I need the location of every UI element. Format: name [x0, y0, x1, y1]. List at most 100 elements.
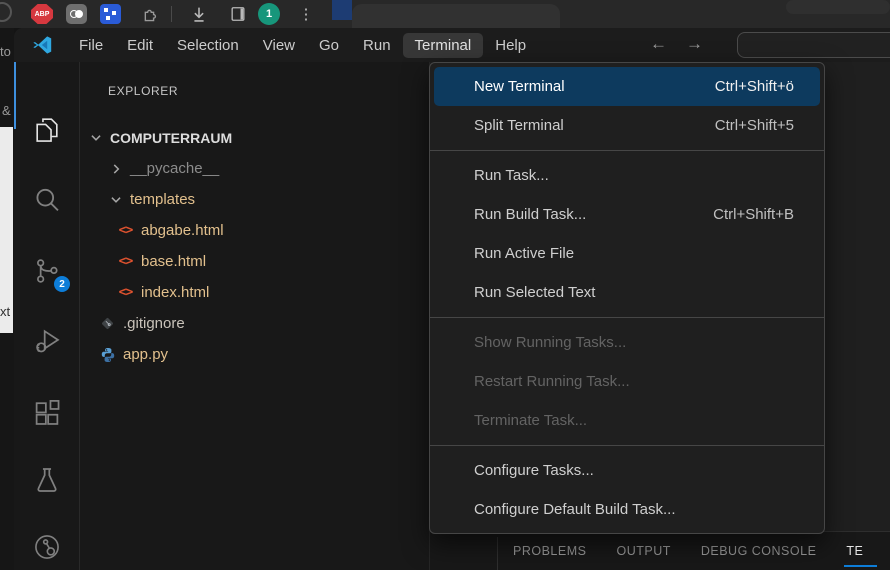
menu-go[interactable]: Go [307, 33, 351, 58]
reading-view-icon[interactable] [228, 4, 248, 24]
tree-item-index-html[interactable]: <> index.html [80, 277, 429, 308]
menu-item-restart-running-task: Restart Running Task... [434, 362, 820, 401]
menu-item-label: Run Active File [474, 245, 794, 262]
menu-item-label: Run Selected Text [474, 284, 794, 301]
active-view-indicator [14, 62, 16, 129]
file-label: .gitignore [123, 315, 185, 332]
menu-terminal[interactable]: Terminal [403, 33, 484, 58]
chevron-down-icon [89, 131, 103, 145]
background-text-fragment: to [0, 44, 11, 59]
search-icon[interactable] [32, 185, 62, 215]
menu-file[interactable]: File [67, 33, 115, 58]
root-folder-label: COMPUTERRAUM [110, 130, 232, 146]
chevron-right-icon [109, 162, 123, 176]
file-label: abgabe.html [141, 222, 224, 239]
menu-separator [430, 317, 824, 318]
menu-item-label: Split Terminal [474, 117, 715, 134]
menu-separator [430, 445, 824, 446]
tree-item-abgabe-html[interactable]: <> abgabe.html [80, 215, 429, 246]
source-control-badge: 2 [54, 276, 70, 292]
vscode-window: File Edit Selection View Go Run Terminal… [14, 28, 890, 570]
explorer-header: EXPLORER [108, 84, 429, 98]
background-white-strip: xt [0, 127, 13, 333]
testing-flask-icon[interactable] [32, 465, 62, 495]
command-center-search-input[interactable] [737, 32, 890, 58]
tab-output[interactable]: OUTPUT [616, 532, 670, 570]
menu-item-label: Terminate Task... [474, 412, 794, 429]
html-file-icon: <> [117, 285, 134, 300]
background-text-fragment: & [2, 103, 11, 118]
file-label: app.py [123, 346, 168, 363]
tree-item-templates[interactable]: templates [80, 184, 429, 215]
back-arrow-icon[interactable]: ← [650, 34, 667, 54]
menu-item-run-selected-text[interactable]: Run Selected Text [434, 273, 820, 312]
menu-item-shortcut: Ctrl+Shift+5 [715, 117, 794, 134]
blue-extension-icon[interactable] [100, 4, 121, 24]
browser-menu-kebab-icon[interactable]: ⋮ [298, 2, 314, 26]
tree-item-gitignore[interactable]: .gitignore [80, 308, 429, 339]
file-tree: COMPUTERRAUM __pycache__ templates <> ab… [80, 122, 429, 370]
toolbar-divider [171, 6, 172, 22]
explorer-sidebar: EXPLORER COMPUTERRAUM __pycache__ templa… [80, 62, 430, 570]
camera-extension-icon[interactable] [66, 4, 87, 24]
menu-item-new-terminal[interactable]: New Terminal Ctrl+Shift+ö [434, 67, 820, 106]
menu-item-show-running-tasks: Show Running Tasks... [434, 323, 820, 362]
puzzle-extensions-icon[interactable] [138, 4, 160, 26]
python-file-icon [99, 347, 116, 363]
git-file-icon [99, 316, 116, 331]
menu-item-label: Run Task... [474, 167, 794, 184]
panel-divider [497, 537, 498, 570]
menu-item-run-active-file[interactable]: Run Active File [434, 234, 820, 273]
vscode-logo-icon [31, 34, 53, 56]
menu-help[interactable]: Help [483, 33, 538, 58]
tree-item-app-py[interactable]: app.py [80, 339, 429, 370]
session-counter-icon[interactable]: 1 [258, 3, 280, 25]
background-text-fragment: xt [0, 304, 10, 319]
menu-item-label: Configure Default Build Task... [474, 501, 794, 518]
folder-label: templates [130, 191, 195, 208]
menu-separator [430, 150, 824, 151]
run-debug-icon[interactable] [32, 326, 62, 356]
menu-item-run-build-task[interactable]: Run Build Task... Ctrl+Shift+B [434, 195, 820, 234]
menu-selection[interactable]: Selection [165, 33, 251, 58]
extensions-icon[interactable] [32, 398, 62, 428]
menu-item-configure-tasks[interactable]: Configure Tasks... [434, 451, 820, 490]
menu-item-shortcut: Ctrl+Shift+ö [715, 78, 794, 95]
menu-item-label: Show Running Tasks... [474, 334, 794, 351]
vscode-titlebar: File Edit Selection View Go Run Terminal… [14, 28, 890, 62]
adblock-extension-icon[interactable]: ABP [31, 4, 53, 24]
tree-item-pycache[interactable]: __pycache__ [80, 153, 429, 184]
tab-problems[interactable]: PROBLEMS [513, 532, 586, 570]
file-label: index.html [141, 284, 209, 301]
menu-run[interactable]: Run [351, 33, 403, 58]
browser-tab-fragment [352, 4, 560, 30]
chevron-down-icon [109, 193, 123, 207]
menu-item-configure-default-build-task[interactable]: Configure Default Build Task... [434, 490, 820, 529]
forward-arrow-icon[interactable]: → [686, 34, 703, 54]
folder-label: __pycache__ [130, 160, 219, 177]
menu-view[interactable]: View [251, 33, 307, 58]
menu-item-split-terminal[interactable]: Split Terminal Ctrl+Shift+5 [434, 106, 820, 145]
custom-extension-icon[interactable] [32, 532, 62, 562]
file-label: base.html [141, 253, 206, 270]
menu-item-run-task[interactable]: Run Task... [434, 156, 820, 195]
menubar: File Edit Selection View Go Run Terminal… [67, 33, 538, 58]
menu-item-label: Run Build Task... [474, 206, 713, 223]
menu-item-label: Configure Tasks... [474, 462, 794, 479]
download-icon[interactable] [188, 4, 210, 26]
tree-item-base-html[interactable]: <> base.html [80, 246, 429, 277]
menu-item-terminate-task: Terminate Task... [434, 401, 820, 440]
browser-tab-fragment [786, 0, 890, 14]
tree-root-computerraum[interactable]: COMPUTERRAUM [80, 122, 429, 153]
explorer-icon[interactable] [32, 114, 62, 144]
background-window-fragment: to & xt [0, 0, 14, 570]
menu-item-shortcut: Ctrl+Shift+B [713, 206, 794, 223]
menu-edit[interactable]: Edit [115, 33, 165, 58]
menu-item-label: New Terminal [474, 78, 715, 95]
html-file-icon: <> [117, 254, 134, 269]
terminal-dropdown-menu: New Terminal Ctrl+Shift+ö Split Terminal… [429, 62, 825, 534]
profile-avatar-fragment-icon [0, 2, 12, 22]
tab-debug-console[interactable]: DEBUG CONSOLE [701, 532, 817, 570]
menu-item-label: Restart Running Task... [474, 373, 794, 390]
tab-terminal[interactable]: TE [846, 532, 863, 570]
